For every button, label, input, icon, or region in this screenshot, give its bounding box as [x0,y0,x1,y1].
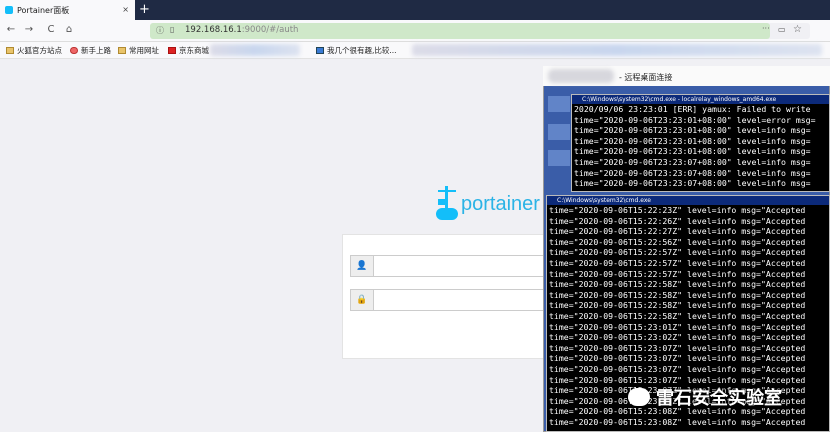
watermark-text: 雷石安全实验室 [656,388,782,409]
terminal-line: time="2020-09-06T15:22:58Z" level=info m… [549,310,806,321]
reader-icon[interactable]: ▭ [778,25,786,34]
terminal-line: time="2020-09-06T15:23:01Z" level=info m… [549,321,806,332]
cmd-title: C:\Windows\system32\cmd.exe [547,196,829,205]
terminal-line: time="2020-09-06T15:22:58Z" level=info m… [549,279,806,290]
password-field[interactable]: 🔒 [350,289,550,311]
desktop-icon[interactable] [548,124,570,140]
reload-icon[interactable]: C [44,24,58,35]
jd-icon [168,47,176,54]
folder-icon [6,47,14,54]
bookmark-item[interactable]: 火狐官方站点 [6,45,62,56]
forward-icon[interactable]: → [22,24,36,35]
bookmark-item[interactable]: 我几个很有趣,比较... [316,45,397,56]
active-tab[interactable]: Portainer面板 × [0,0,135,20]
terminal-line: time="2020-09-06T23:23:07+08:00" level=i… [574,156,811,167]
back-icon[interactable]: ← [4,24,18,35]
bookmark-item[interactable]: 京东商城 [168,45,209,56]
wechat-icon [628,388,650,406]
terminal-line: time="2020-09-06T15:23:07Z" level=info m… [549,342,806,353]
username-field[interactable]: 👤 [350,255,550,277]
terminal-line: time="2020-09-06T15:22:57Z" level=info m… [549,257,806,268]
more-actions-icon[interactable]: ··· [762,24,770,33]
terminal-line: time="2020-09-06T23:23:01+08:00" level=e… [574,114,816,125]
cmd-window-relay[interactable]: C:\Windows\system32\cmd.exe - localrelay… [571,94,830,192]
bookmark-star-icon[interactable]: ☆ [793,24,802,35]
blurred-bookmarks [210,44,300,56]
blurred-host [548,69,614,83]
shield-icon[interactable]: ▯ [170,25,174,34]
terminal-line: time="2020-09-06T15:22:57Z" level=info m… [549,247,806,258]
terminal-line: time="2020-09-06T15:23:08Z" level=info m… [549,416,806,427]
portainer-favicon-icon [5,6,13,14]
password-input[interactable] [374,289,550,311]
new-tab-button[interactable]: + [139,2,150,18]
portainer-logo: portainer [436,186,540,222]
desktop-icon[interactable] [548,150,570,166]
firefox-icon [70,47,78,54]
tab-title: Portainer面板 [17,5,70,15]
desktop-icon[interactable] [548,96,570,112]
terminal-line: time="2020-09-06T23:23:07+08:00" level=i… [574,178,811,189]
terminal-line: time="2020-09-06T23:23:01+08:00" level=i… [574,146,811,157]
terminal-line: time="2020-09-06T15:22:57Z" level=info m… [549,268,806,279]
terminal-output: 2020/09/06 23:23:01 [ERR] yamux: Failed … [572,104,829,189]
lock-icon: 🔒 [350,289,374,311]
username-input[interactable] [374,255,550,277]
url-text[interactable]: 192.168.16.1:9000/#/auth [185,25,298,35]
url-path: :9000/#/auth [241,25,299,35]
blurred-bookmarks [412,44,822,56]
page-info-icon[interactable]: ⓘ [156,25,164,36]
terminal-line: 2020/09/06 23:23:01 [ERR] yamux: Failed … [574,104,811,114]
terminal-line: time="2020-09-06T23:23:01+08:00" level=i… [574,135,811,146]
url-host: 192.168.16.1 [185,25,242,35]
terminal-line: time="2020-09-06T15:23:07Z" level=info m… [549,363,806,374]
cmd-title: C:\Windows\system32\cmd.exe - localrelay… [572,95,829,104]
folder-icon [118,47,126,54]
terminal-line: time="2020-09-06T15:22:58Z" level=info m… [549,300,806,311]
terminal-line: time="2020-09-06T15:22:23Z" level=info m… [549,205,806,215]
portainer-wordmark: portainer [461,192,540,215]
terminal-line: time="2020-09-06T15:22:27Z" level=info m… [549,226,806,237]
terminal-line: time="2020-09-06T15:22:58Z" level=info m… [549,289,806,300]
terminal-line: time="2020-09-06T23:23:07+08:00" level=i… [574,167,811,178]
terminal-line: time="2020-09-06T15:23:07Z" level=info m… [549,353,806,364]
user-icon: 👤 [350,255,374,277]
terminal-line: time="2020-09-06T15:22:26Z" level=info m… [549,215,806,226]
terminal-line: time="2020-09-06T23:23:01+08:00" level=i… [574,125,811,136]
bookmark-item[interactable]: 新手上路 [70,45,111,56]
link-icon [316,47,324,54]
tab-close-icon[interactable]: × [122,5,129,14]
bookmark-item[interactable]: 常用网址 [118,45,159,56]
crane-icon [436,186,458,222]
home-icon[interactable]: ⌂ [62,24,76,35]
watermark: 雷石安全实验室 [628,384,782,410]
terminal-line: time="2020-09-06T15:22:56Z" level=info m… [549,236,806,247]
terminal-line: time="2020-09-06T15:23:02Z" level=info m… [549,332,806,343]
